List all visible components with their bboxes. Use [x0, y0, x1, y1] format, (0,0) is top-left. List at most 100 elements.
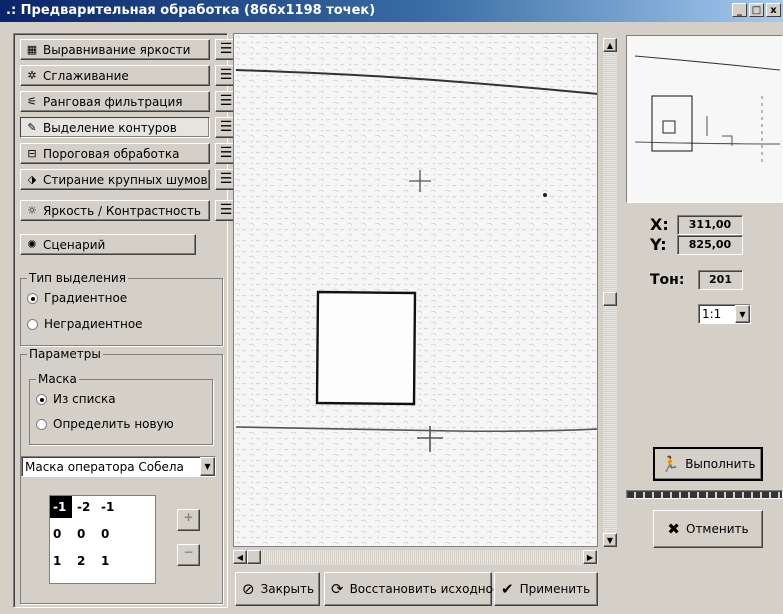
tool-label: Выравнивание яркости	[43, 42, 191, 57]
list-icon: ☰	[219, 171, 233, 187]
matrix-cell[interactable]: 2	[74, 550, 96, 572]
horizontal-scrollbar[interactable]: ◀ ▶	[233, 550, 598, 565]
run-button[interactable]: 🏃 Выполнить	[653, 447, 763, 481]
tool-label: Ранговая фильтрация	[43, 94, 183, 109]
list-icon: ☰	[219, 145, 233, 161]
vertical-scrollbar[interactable]: ▲ ▼	[603, 38, 617, 547]
x-label: X:	[650, 215, 669, 234]
tool-label: Пороговая обработка	[43, 146, 180, 161]
list-icon: ☰	[219, 119, 233, 135]
matrix-cell[interactable]: 0	[74, 523, 96, 545]
restore-button-label: Восстановить исходное	[349, 582, 501, 596]
tool-label: Сглаживание	[43, 68, 129, 83]
list-icon: ☰	[219, 67, 233, 83]
progress-bar	[626, 490, 783, 499]
radio-label: Градиентное	[44, 291, 128, 305]
vertical-scroll-thumb[interactable]	[603, 292, 617, 306]
tool-smoothing-button[interactable]: ✲ Сглаживание	[20, 65, 210, 86]
radio-dot	[36, 418, 47, 430]
brightness-icon: ☼	[27, 203, 37, 217]
close-button-label: Закрыть	[260, 582, 315, 596]
list-icon: ☰	[219, 202, 233, 218]
zoom-select[interactable]: 1:1 ▼	[698, 304, 751, 324]
minus-icon: −	[183, 545, 194, 559]
pencil-icon: ✎	[27, 120, 37, 134]
chevron-down-icon[interactable]: ▼	[735, 305, 750, 323]
radio-dot	[27, 318, 38, 330]
tool-brightness-leveling-button[interactable]: ▦ Выравнивание яркости	[20, 39, 210, 60]
scroll-down-button[interactable]: ▼	[603, 533, 617, 547]
image-canvas[interactable]	[233, 33, 598, 547]
radio-dot	[36, 393, 47, 405]
square-object	[315, 290, 417, 406]
matrix-cell[interactable]: -1	[50, 496, 72, 518]
add-row-button[interactable]: +	[177, 509, 200, 531]
maximize-button[interactable]: □	[749, 3, 764, 17]
zoom-select-value: 1:1	[702, 307, 722, 321]
tool-rank-filter-button[interactable]: ⚟ Ранговая фильтрация	[20, 91, 210, 112]
apply-button[interactable]: ✔ Применить	[494, 572, 598, 606]
x-icon: ✖	[667, 520, 680, 538]
close-button[interactable]: ⊘ Закрыть	[235, 572, 320, 606]
plus-icon: +	[183, 510, 194, 524]
y-value: 825,00	[677, 235, 743, 255]
minimize-button[interactable]: _	[732, 3, 747, 17]
apply-button-label: Применить	[519, 582, 591, 596]
tool-label: Выделение контуров	[43, 120, 177, 135]
tool-noise-erase-button[interactable]: ⬗ Стирание крупных шумов	[20, 169, 210, 190]
restore-original-button[interactable]: ⟳ Восстановить исходное	[324, 572, 500, 606]
run-button-label: Выполнить	[685, 457, 756, 471]
y-label: Y:	[650, 235, 667, 254]
operator-select[interactable]: Маска оператора Собела ▼	[21, 456, 216, 477]
group-legend: Маска	[36, 372, 79, 386]
radio-define-new[interactable]: Определить новую	[36, 417, 174, 431]
script-icon: ✺	[27, 237, 37, 251]
checkmark-icon: ✔	[501, 580, 514, 598]
cancel-button-label: Отменить	[686, 522, 749, 536]
document-image	[234, 34, 597, 546]
thumbnail-image	[627, 36, 782, 202]
mask-group: Маска Из списка Определить новую	[29, 372, 213, 445]
dot-mark	[543, 193, 547, 197]
operator-select-value: Маска оператора Собела	[25, 459, 184, 474]
histogram-icon: ▦	[26, 42, 38, 56]
group-legend: Параметры	[27, 347, 103, 361]
tool-brightness-contrast-button[interactable]: ☼ Яркость / Контрастность	[20, 200, 210, 221]
matrix-cell[interactable]: 0	[50, 523, 72, 545]
radio-label: Из списка	[53, 392, 116, 406]
matrix-cell[interactable]: 1	[98, 550, 120, 572]
tone-label: Тон:	[650, 272, 685, 288]
tool-label: Сценарий	[43, 237, 106, 252]
matrix-cell[interactable]: -2	[74, 496, 96, 518]
refresh-icon: ⟳	[331, 580, 344, 598]
matrix-cell[interactable]: -1	[98, 496, 120, 518]
tool-edge-detection-button[interactable]: ✎ Выделение контуров	[20, 117, 210, 138]
preview-thumbnail[interactable]	[626, 35, 783, 203]
tool-label: Стирание крупных шумов	[43, 172, 208, 187]
remove-row-button[interactable]: −	[177, 544, 200, 566]
cancel-button[interactable]: ✖ Отменить	[653, 510, 763, 548]
scroll-up-button[interactable]: ▲	[603, 38, 617, 52]
window-title: .: Предварительная обработка (866x1198 т…	[6, 3, 376, 18]
matrix-cell[interactable]: 0	[98, 523, 120, 545]
smooth-icon: ✲	[27, 68, 37, 82]
eraser-icon: ⬗	[27, 172, 37, 186]
tool-threshold-button[interactable]: ⊟ Пороговая обработка	[20, 143, 210, 164]
x-value: 311,00	[677, 215, 743, 235]
list-icon: ☰	[219, 93, 233, 109]
chevron-down-icon[interactable]: ▼	[200, 457, 215, 476]
title-bar: .: Предварительная обработка (866x1198 т…	[0, 0, 783, 22]
matrix-cell[interactable]: 1	[50, 550, 72, 572]
scroll-right-button[interactable]: ▶	[583, 550, 597, 564]
radio-gradient[interactable]: Градиентное	[27, 291, 127, 305]
radio-dot	[27, 292, 38, 304]
scroll-left-button[interactable]: ◀	[233, 550, 247, 564]
radio-from-list[interactable]: Из списка	[36, 392, 116, 406]
close-window-button[interactable]: x	[766, 3, 781, 17]
mask-matrix: -1 -2 -1 0 0 0 1 2 1	[49, 495, 156, 584]
list-icon: ☰	[219, 41, 233, 57]
horizontal-scroll-thumb[interactable]	[247, 550, 261, 564]
scenario-button[interactable]: ✺ Сценарий	[20, 234, 196, 255]
radio-non-gradient[interactable]: Неградиентное	[27, 317, 143, 331]
group-legend: Тип выделения	[27, 271, 128, 285]
